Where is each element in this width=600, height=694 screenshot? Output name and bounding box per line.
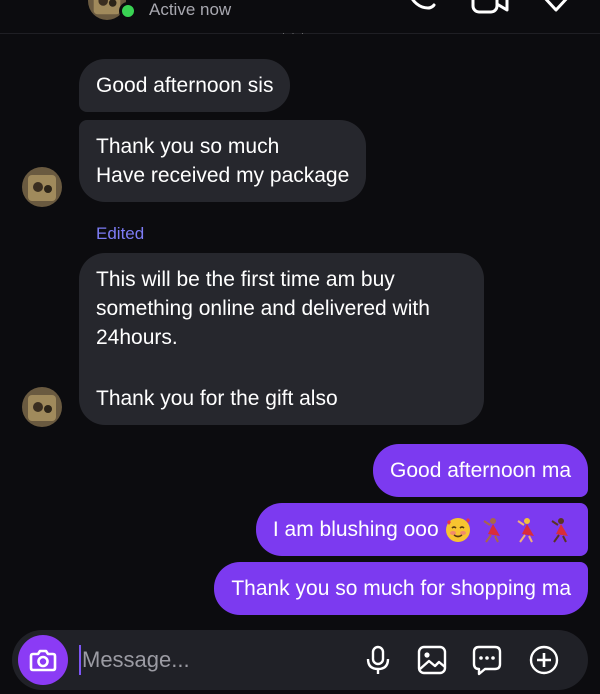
online-status-dot (119, 2, 137, 20)
edited-label: Edited (96, 224, 145, 243)
incoming-message[interactable]: Thank you so much Have received my packa… (79, 120, 367, 202)
sender-avatar[interactable] (22, 387, 62, 427)
message-text: Good afternoon sis (96, 74, 274, 97)
sender-avatar[interactable] (22, 167, 62, 207)
gallery-icon[interactable] (416, 644, 448, 676)
active-status: Active now (149, 0, 232, 19)
camera-button[interactable] (18, 635, 68, 685)
smiling-face-with-hearts-icon (446, 518, 471, 543)
outgoing-message[interactable]: Thank you so much for shopping ma (214, 562, 588, 615)
message-input[interactable] (78, 642, 348, 678)
message-text: something online and delivered with (96, 297, 430, 320)
timestamp-fragment: · · · (282, 28, 306, 38)
shield-icon[interactable] (540, 0, 572, 16)
message-text: Thank you for the gift also (96, 387, 338, 410)
phone-icon[interactable] (406, 0, 440, 16)
microphone-icon[interactable] (362, 644, 394, 676)
video-icon[interactable] (470, 0, 510, 18)
sticker-icon[interactable] (471, 644, 503, 676)
message-composer (12, 630, 588, 690)
chat-header: Active now · · · (0, 0, 600, 38)
woman-dancing-icon (551, 518, 568, 544)
woman-dancing-icon (517, 518, 535, 544)
incoming-message[interactable]: Good afternoon sis (79, 59, 291, 112)
outgoing-message[interactable]: Good afternoon ma (373, 444, 588, 497)
message-text: Thank you so much (96, 135, 280, 158)
outgoing-message[interactable]: I am blushing ooo (255, 503, 588, 557)
incoming-message[interactable]: This will be the first time am buy somet… (79, 253, 484, 425)
chevron-left-icon[interactable] (44, 0, 64, 8)
message-text: 24hours. (96, 326, 178, 349)
camera-icon (29, 649, 57, 672)
message-text: Good afternoon ma (390, 459, 571, 482)
woman-dancing-icon (483, 518, 501, 544)
plus-icon[interactable] (528, 644, 560, 676)
message-text: Thank you so much for shopping ma (231, 577, 571, 600)
message-text: Have received my package (96, 164, 350, 187)
message-text (96, 352, 467, 384)
message-text: This will be the first time am buy (96, 268, 395, 291)
message-text: I am blushing ooo (272, 518, 439, 541)
